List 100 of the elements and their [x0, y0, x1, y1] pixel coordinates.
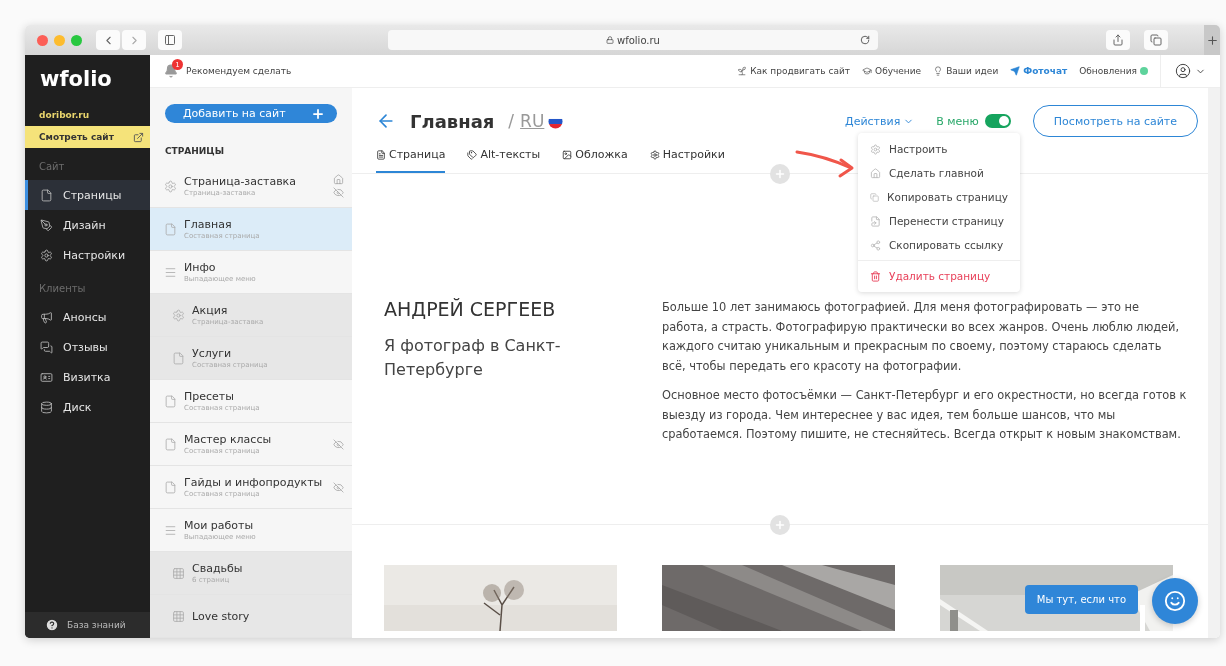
tagline: Я фотограф в Санкт-Петербурге [384, 335, 562, 381]
page-title: Свадьбы [192, 562, 244, 575]
top-link[interactable]: Обучение [862, 66, 922, 76]
trash-icon [870, 270, 881, 282]
external-link-icon [133, 131, 144, 143]
plus-icon [774, 168, 786, 180]
add-to-site-button[interactable]: Добавить на сайт [165, 104, 337, 123]
sidebar-item[interactable]: Настройки [25, 240, 150, 270]
paper-plane-icon [1010, 66, 1021, 76]
top-link[interactable]: Фоточат [1010, 66, 1068, 76]
page-title: Страница-заставка [184, 175, 297, 188]
smile-icon [1164, 590, 1186, 612]
grid-icon [172, 566, 185, 580]
file-icon [40, 188, 53, 202]
bell-icon[interactable] [164, 64, 178, 78]
grid-icon [172, 609, 185, 623]
sidebar-item[interactable]: Анонсы [25, 302, 150, 332]
lock-icon [606, 36, 614, 44]
sidebar-toggle-button[interactable] [158, 30, 182, 50]
menu-icon [164, 265, 177, 279]
page-heading: Главная [410, 110, 495, 132]
page-title: Инфо [184, 261, 217, 274]
sprout-icon [737, 66, 748, 76]
gear-icon [172, 308, 185, 322]
chat-bubble[interactable]: Мы тут, если что [1024, 585, 1138, 614]
sidebar-item[interactable]: Диск [25, 392, 150, 422]
plus-icon [1205, 33, 1219, 47]
top-link[interactable]: Обновления [1079, 66, 1148, 76]
close-button[interactable] [37, 34, 48, 46]
user-icon [1175, 63, 1191, 79]
page-title: Пресеты [184, 390, 235, 403]
menu-item[interactable]: Сделать главной [858, 161, 1020, 185]
sidebar-item[interactable]: Отзывы [25, 332, 150, 362]
chat-button[interactable] [1152, 578, 1198, 624]
menu-item[interactable]: Перенести страницу [858, 209, 1020, 233]
help-icon [45, 618, 59, 632]
plus-icon [311, 106, 325, 121]
bio-paragraph: Больше 10 лет занимаюсь фотографией. Для меня фотографировать — это не работа, а страсть. Фотографирую практически во всех жанров. Очень люблю людей, каждого считаю уникальным и прекрасным по своему, поэтому стараюсь сделать всё, чтобы передать его красоту на фотографии. [662, 299, 1181, 375]
file-icon [164, 222, 177, 236]
share-button[interactable] [1106, 30, 1130, 50]
file-icon [376, 149, 386, 160]
page-list-item[interactable]: Love story [150, 595, 352, 638]
actions-dropdown[interactable]: Действия [839, 113, 921, 129]
editor-tab[interactable]: Обложка [562, 148, 628, 173]
copy-icon [870, 191, 880, 203]
page-title: Гайды и инфопродукты [184, 476, 324, 489]
lightbulb-icon [933, 66, 944, 76]
status-dot [1140, 67, 1148, 75]
gear-icon [870, 143, 881, 155]
menu-item[interactable]: Настроить [858, 137, 1020, 161]
top-link[interactable]: Как продвигать сайт [737, 66, 851, 76]
editor-tab[interactable]: Страница [376, 148, 446, 173]
gear-icon [649, 149, 660, 160]
menu-icon [164, 523, 177, 537]
file-icon [164, 394, 177, 408]
pen-icon [40, 218, 53, 232]
view-site-link[interactable]: Смотреть сайт [25, 126, 150, 148]
menu-item[interactable]: Копировать страницу [858, 185, 1020, 209]
reload-icon[interactable] [860, 35, 870, 45]
bio-paragraph: Основное место фотосъёмки — Санкт-Петербург и его окрестности, но всегда готов к выезду из города. Чем интереснее у вас идея, тем больше шансов, что мы сработаемся. Поэтому пишите, не стесняйтесь. Всегда открыт к новым знакомствам. [662, 387, 1187, 443]
maximize-button[interactable] [71, 34, 82, 46]
tags-icon [467, 149, 478, 160]
forward-button[interactable] [122, 30, 146, 50]
address-text: wfolio.ru [617, 34, 660, 46]
gear-icon [164, 179, 177, 193]
id-card-icon [40, 370, 53, 384]
sidebar-item[interactable]: Визитка [25, 362, 150, 392]
tabs-button[interactable] [1144, 30, 1168, 50]
recommendations-label[interactable]: Рекомендуем сделать [186, 66, 292, 76]
editor-tab[interactable]: Alt-тексты [467, 148, 541, 173]
section-label: Сайт [38, 160, 66, 174]
help-link[interactable]: База знаний [25, 612, 150, 638]
sidebar-item[interactable]: Страницы [25, 180, 150, 210]
tabs-icon [1150, 34, 1162, 46]
page-title: Мои работы [184, 519, 255, 532]
page-title: Love story [192, 609, 251, 623]
back-button[interactable] [96, 30, 120, 50]
section-label: Клиенты [38, 282, 87, 296]
logo[interactable]: wfolio [25, 55, 150, 110]
page-title: Акция [192, 304, 229, 317]
menu-item[interactable]: Скопировать ссылку [858, 233, 1020, 257]
graduation-cap-icon [862, 66, 873, 76]
file-icon [164, 437, 177, 451]
sidebar-icon [164, 34, 176, 46]
view-on-site-button[interactable]: Посмотреть на сайте [1032, 105, 1198, 137]
in-menu-toggle[interactable] [984, 114, 1011, 128]
in-menu-label: В меню [936, 114, 979, 128]
top-link[interactable]: Ваши идеи [933, 66, 999, 76]
site-domain: doribor.ru [38, 110, 91, 122]
page-title: Главная [184, 218, 233, 231]
database-icon [40, 400, 53, 414]
sidebar-item[interactable]: Дизайн [25, 210, 150, 240]
slash-separator: / [508, 111, 515, 131]
menu-item[interactable]: Удалить страницу [858, 264, 1020, 288]
page-title: Услуги [192, 347, 233, 360]
address-bar[interactable]: wfolio.ru [388, 30, 878, 50]
chat-icon [40, 340, 53, 354]
editor-tab[interactable]: Настройки [649, 148, 725, 173]
new-tab-button[interactable] [1204, 25, 1220, 55]
share-icon [870, 239, 881, 251]
